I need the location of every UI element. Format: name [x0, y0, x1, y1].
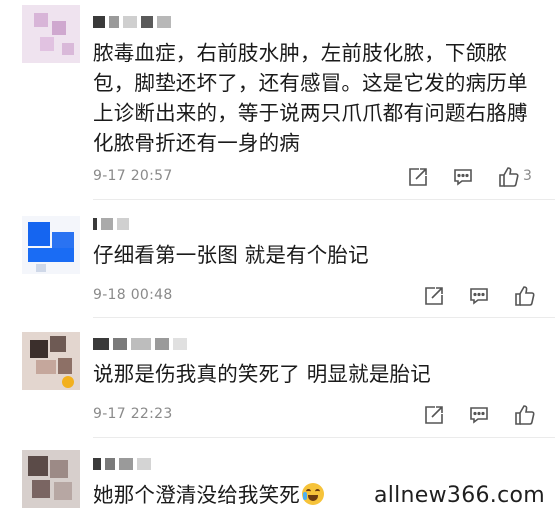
avatar[interactable]: [22, 450, 80, 508]
comment-time: 9-17 22:23: [93, 406, 173, 422]
comment-time: 9-17 20:57: [93, 168, 173, 184]
watermark: allnew366.com: [373, 483, 545, 508]
share-icon[interactable]: [407, 166, 429, 188]
username[interactable]: [93, 218, 133, 230]
reply-icon[interactable]: [468, 285, 490, 307]
username[interactable]: [93, 458, 173, 470]
avatar[interactable]: [22, 5, 80, 63]
comment-meta: 9-17 20:57 3: [93, 166, 541, 188]
comment-text: 说那是伤我真的笑死了 明显就是胎记: [93, 362, 431, 386]
thumbs-up-icon[interactable]: [513, 285, 535, 307]
avatar[interactable]: [22, 332, 80, 390]
laughing-crying-emoji-icon: [302, 483, 324, 505]
thumbs-up-icon[interactable]: [497, 166, 519, 188]
thumbs-up-icon[interactable]: [513, 404, 535, 426]
comment-text: 脓毒血症，右前肢水肿，左前肢化脓，下颌脓包，脚垫还坏了，还有感冒。这是它发的病历…: [93, 41, 528, 155]
like-count: 3: [523, 168, 532, 184]
reply-icon[interactable]: [468, 404, 490, 426]
avatar[interactable]: [22, 216, 80, 274]
reply-icon[interactable]: [452, 166, 474, 188]
comment-text: 仔细看第一张图 就是有个胎记: [93, 243, 369, 267]
comment-meta: 9-18 00:48: [93, 285, 541, 307]
share-icon[interactable]: [423, 285, 445, 307]
comment-text-content: 她那个澄清没给我笑死: [93, 483, 300, 507]
comment-item: 说那是伤我真的笑死了 明显就是胎记 9-17 22:23: [0, 318, 555, 438]
comment-meta: 9-17 22:23: [93, 404, 541, 426]
username[interactable]: [93, 16, 173, 28]
username[interactable]: [93, 338, 193, 350]
comment-item: 脓毒血症，右前肢水肿，左前肢化脓，下颌脓包，脚垫还坏了，还有感冒。这是它发的病历…: [0, 0, 555, 200]
comment-time: 9-18 00:48: [93, 287, 173, 303]
share-icon[interactable]: [423, 404, 445, 426]
comment-item: 仔细看第一张图 就是有个胎记 9-18 00:48: [0, 200, 555, 318]
